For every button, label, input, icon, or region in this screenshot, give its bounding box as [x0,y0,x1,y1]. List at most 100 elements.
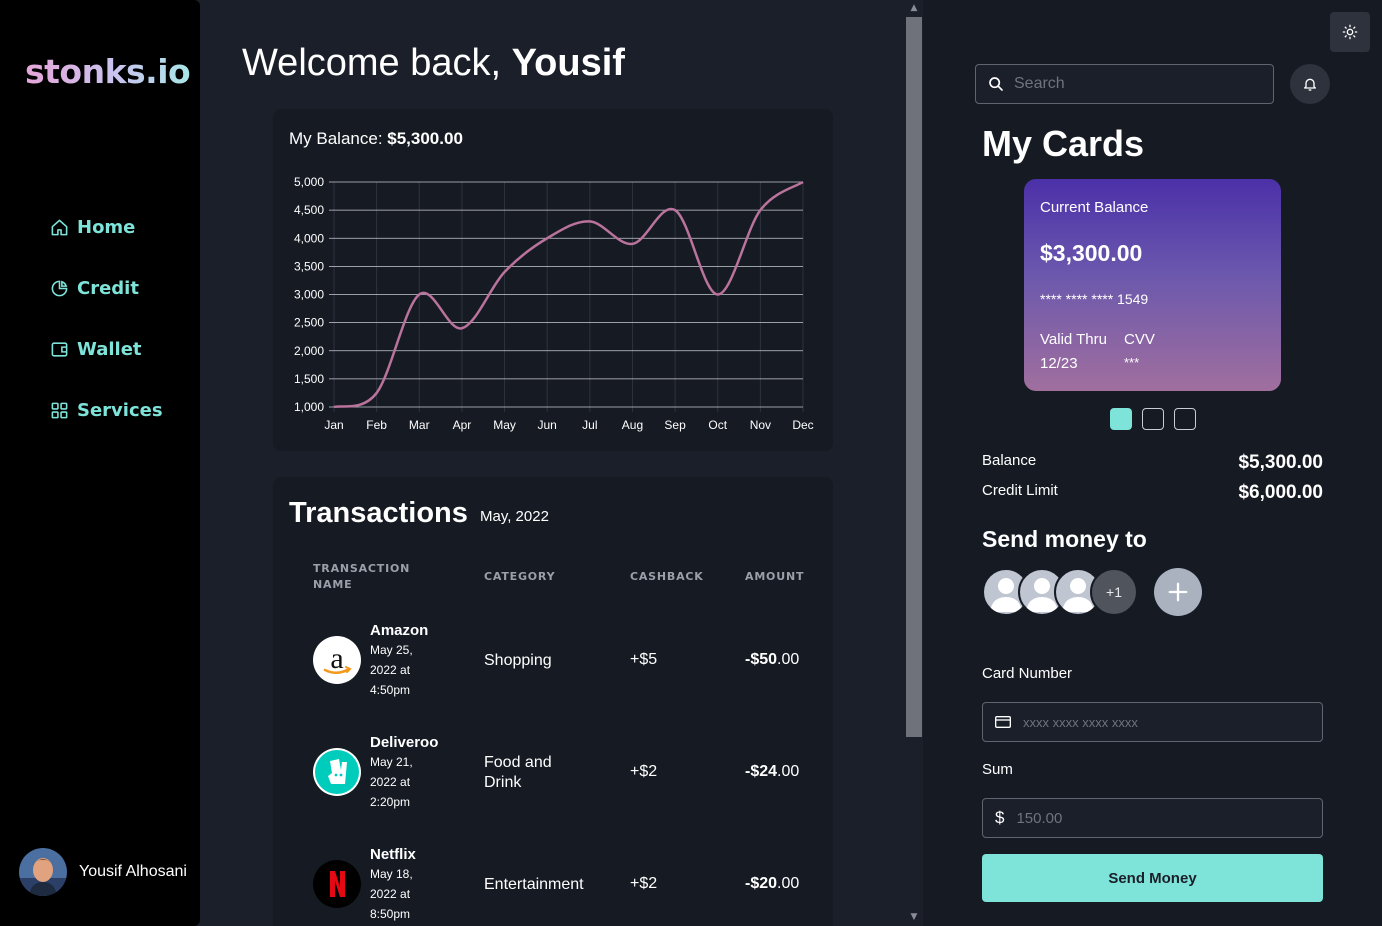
right-panel: My Cards Current Balance $3,300.00 **** … [923,0,1382,926]
user-name: Yousif Alhosani [79,863,187,880]
transaction-name: Netflix [370,846,416,863]
transaction-amount: -$20.00 [745,875,800,892]
credit-limit-row: Credit Limit $6,000.00 [982,482,1323,504]
card-page-dot[interactable] [1110,408,1132,430]
app-logo[interactable]: stonks.io [25,52,191,91]
send-money-title: Send money to [982,526,1147,552]
avatar[interactable] [19,848,67,896]
card-valid-value: 12/23 [1040,355,1078,372]
scrollbar-thumb[interactable] [906,17,922,737]
x-tick-label: Oct [708,418,727,432]
card-number-input[interactable] [1023,714,1313,730]
credit-limit-amount: $6,000.00 [1238,482,1323,503]
transactions-title: Transactions [289,497,468,529]
send-money-button[interactable]: Send Money [982,854,1323,902]
x-tick-label: Jul [582,418,597,432]
transaction-amount: -$24.00 [745,763,800,780]
balance-label: Balance [982,452,1037,469]
card-pagination [1110,408,1196,430]
main-content: Welcome back, Yousif My Balance: $5,300.… [200,0,905,926]
transaction-date: May 18, 2022 at 8:50pm [370,867,413,921]
add-contact-button[interactable] [1154,568,1202,616]
card-page-dot[interactable] [1142,408,1164,430]
column-header-amount: AMOUNT [745,570,805,583]
x-tick-label: Aug [622,418,643,432]
home-icon [51,219,68,235]
main-scrollbar[interactable]: ▲ ▼ [905,0,923,926]
more-contacts-badge[interactable]: +1 [1090,568,1138,616]
scroll-down-icon[interactable]: ▼ [909,912,919,922]
deliveroo-logo [313,748,361,796]
search-input[interactable] [1014,75,1254,93]
bell-icon [1304,78,1316,91]
theme-toggle-button[interactable] [1330,12,1370,52]
user-profile[interactable]: Yousif Alhosani [19,848,187,896]
amazon-logo: a [313,636,361,684]
sidebar-item-home[interactable]: Home [50,212,163,242]
notifications-button[interactable] [1290,64,1330,104]
scroll-up-icon[interactable]: ▲ [909,3,919,13]
card-valid-label: Valid Thru [1040,331,1107,348]
search-box[interactable] [975,64,1274,104]
card-balance-value: $3,300.00 [1040,240,1143,266]
page-title: Welcome back, Yousif [242,42,625,84]
x-tick-label: Nov [750,418,771,432]
x-tick-label: Feb [366,418,387,432]
y-tick-label: 4,500 [294,203,324,217]
transaction-amount: -$50.00 [745,651,800,668]
welcome-name: Yousif [511,42,625,84]
search-icon [989,77,1003,91]
column-header-category: CATEGORY [484,570,556,583]
sum-field[interactable]: $ [982,798,1323,838]
credit-card[interactable]: Current Balance $3,300.00 **** **** ****… [1024,179,1281,391]
card-page-dot[interactable] [1174,408,1196,430]
sidebar-item-label: Credit [77,277,139,299]
table-row[interactable]: Deliveroo May 21, 2022 at 2:20pm Food and D… [273,729,833,829]
sidebar-nav: Home Credit Wallet Services [50,212,163,456]
transaction-category: Food and Drink [484,754,552,791]
column-header-cashback: CASHBACK [630,570,704,583]
y-tick-label: 2,500 [294,316,324,330]
grid-icon [51,402,68,418]
plus-icon [1168,582,1188,602]
wallet-icon [51,341,68,357]
credit-card-icon [995,716,1011,728]
balance-row: Balance $5,300.00 [982,452,1323,474]
card-number-field[interactable] [982,702,1323,742]
sidebar-item-label: Wallet [77,338,142,360]
transaction-date: May 21, 2022 at 2:20pm [370,755,413,809]
sidebar-item-label: Home [77,216,136,238]
sum-input[interactable] [1016,809,1307,827]
dollar-icon: $ [995,808,1005,827]
transaction-cashback: +$5 [630,651,658,668]
contacts-list: +1 [982,568,1182,616]
card-balance-label: Current Balance [1040,199,1149,216]
my-cards-title: My Cards [982,123,1145,164]
transaction-date: May 25, 2022 at 4:50pm [370,643,413,697]
transaction-cashback: +$2 [630,875,658,892]
card-cvv-label: CVV [1124,331,1155,348]
netflix-logo [313,860,361,908]
y-tick-label: 1,500 [294,372,324,386]
sidebar-item-label: Services [77,399,163,421]
column-header-name: TRANSACTION NAME [313,562,411,591]
y-tick-label: 3,500 [294,259,324,273]
sidebar-item-wallet[interactable]: Wallet [50,334,163,364]
transactions-period[interactable]: May, 2022 [480,508,549,525]
table-row[interactable]: Netflix May 18, 2022 at 8:50pm Entertainme… [273,841,833,926]
balance-line-chart: 5,000 4,500 4,000 3,500 3,000 2,500 2,000 1,500… [294,175,814,432]
transaction-category: Entertainment [484,876,584,893]
y-tick-label: 4,000 [294,231,324,245]
balance-amount: $5,300.00 [1238,452,1323,473]
pie-chart-icon [51,280,68,296]
card-number-label: Card Number [982,665,1073,682]
balance-chart-panel: My Balance: $5,300.00 5,000 4,500 4,000 3,5… [273,109,833,451]
x-tick-label: Dec [792,418,813,432]
y-tick-label: 5,000 [294,175,324,189]
transaction-cashback: +$2 [630,763,658,780]
table-row[interactable]: a Amazon May 25, 2022 at 4:50pm Shopping +… [273,617,833,717]
sidebar-item-credit[interactable]: Credit [50,273,163,303]
sidebar-item-services[interactable]: Services [50,395,163,425]
x-tick-label: Mar [409,418,430,432]
transaction-name: Amazon [370,622,429,639]
